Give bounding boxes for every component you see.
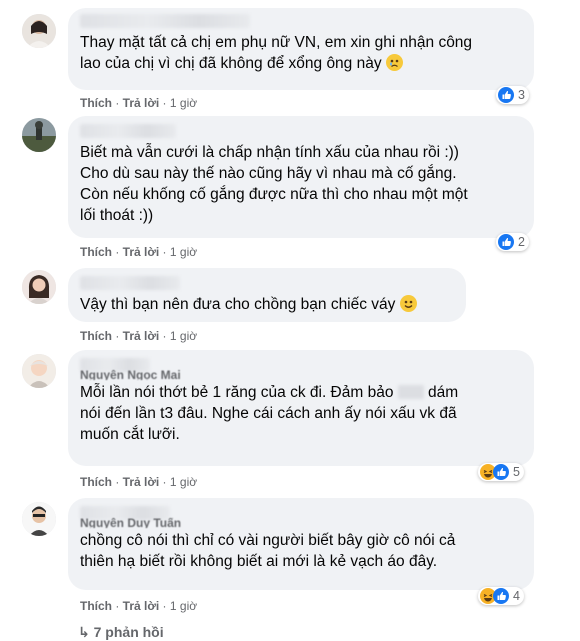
like-link[interactable]: Thích [80, 599, 112, 613]
avatar[interactable] [22, 14, 56, 48]
reply-link[interactable]: Trả lời [123, 329, 160, 343]
reaction-summary[interactable]: 4 [478, 587, 524, 605]
like-link[interactable]: Thích [80, 475, 112, 489]
comment-text: chồng cô nói thì chỉ có vài người biết b… [80, 532, 456, 570]
comment-bubble: Nguyễn Ngọc Mai Mỗi lần nói thớt bẻ 1 ră… [68, 350, 534, 466]
reply-link[interactable]: Trả lời [123, 475, 160, 489]
avatar[interactable] [22, 118, 56, 152]
reply-link[interactable]: Trả lời [123, 245, 160, 259]
sad-emoji-icon [385, 54, 403, 71]
redacted-word [397, 385, 424, 399]
author-name-redacted[interactable] [80, 124, 176, 138]
like-reaction-icon [498, 87, 514, 103]
author-name-redacted[interactable] [80, 14, 250, 28]
like-link[interactable]: Thích [80, 96, 112, 110]
comment-actions: Thích · Trả lời · 1 giờ [80, 329, 198, 343]
reply-arrow-icon: ↳ [78, 624, 90, 640]
timestamp[interactable]: 1 giờ [170, 599, 197, 613]
like-reaction-icon [493, 464, 509, 480]
comment-text-start: Mỗi lần nói thớt bẻ 1 răng của ck đi. Đả… [80, 384, 398, 401]
reaction-summary[interactable]: 3 [496, 86, 529, 104]
reply-link[interactable]: Trả lời [123, 599, 160, 613]
comment-text: Vậy thì bạn nên đưa cho chồng bạn chiếc … [80, 296, 396, 313]
reaction-summary[interactable]: 2 [496, 233, 529, 251]
like-reaction-icon [498, 234, 514, 250]
smile-emoji-icon [399, 295, 417, 312]
comment-bubble: Vậy thì bạn nên đưa cho chồng bạn chiếc … [68, 268, 466, 322]
author-name-redacted[interactable] [80, 276, 180, 290]
comment-text: Thay mặt tất cả chị em phụ nữ VN, em xin… [80, 34, 473, 72]
comment-actions: Thích · Trả lời · 1 giờ [80, 599, 198, 613]
reaction-count: 2 [518, 235, 525, 249]
avatar[interactable] [22, 270, 56, 304]
comment-actions: Thích · Trả lời · 1 giờ [80, 245, 198, 259]
reaction-count: 4 [513, 589, 520, 603]
timestamp[interactable]: 1 giờ [170, 329, 197, 343]
reaction-count: 5 [513, 465, 520, 479]
avatar[interactable] [22, 354, 56, 388]
reaction-count: 3 [518, 88, 525, 102]
reply-link[interactable]: Trả lời [123, 96, 160, 110]
timestamp[interactable]: 1 giờ [170, 475, 197, 489]
comment-bubble: Nguyễn Duy Tuấn chồng cô nói thì chỉ có … [68, 498, 534, 590]
comment-bubble: Biết mà vẫn cưới là chấp nhận tính xấu c… [68, 116, 534, 238]
avatar[interactable] [22, 502, 56, 536]
author-name-partial[interactable]: Nguyễn Duy Tuấn [80, 518, 522, 528]
like-link[interactable]: Thích [80, 245, 112, 259]
author-name-partial[interactable]: Nguyễn Ngọc Mai [80, 370, 522, 380]
reaction-summary[interactable]: 5 [478, 463, 524, 481]
comment-bubble: Thay mặt tất cả chị em phụ nữ VN, em xin… [68, 8, 534, 90]
view-replies-link[interactable]: ↳ 7 phản hồi [78, 624, 164, 641]
comment-text: Biết mà vẫn cưới là chấp nhận tính xấu c… [80, 144, 468, 224]
comment-actions: Thích · Trả lời · 1 giờ [80, 475, 198, 489]
timestamp[interactable]: 1 giờ [170, 96, 197, 110]
like-link[interactable]: Thích [80, 329, 112, 343]
timestamp[interactable]: 1 giờ [170, 245, 197, 259]
view-replies-label: 7 phản hồi [93, 624, 164, 640]
like-reaction-icon [493, 588, 509, 604]
comment-actions: Thích · Trả lời · 1 giờ [80, 96, 198, 110]
